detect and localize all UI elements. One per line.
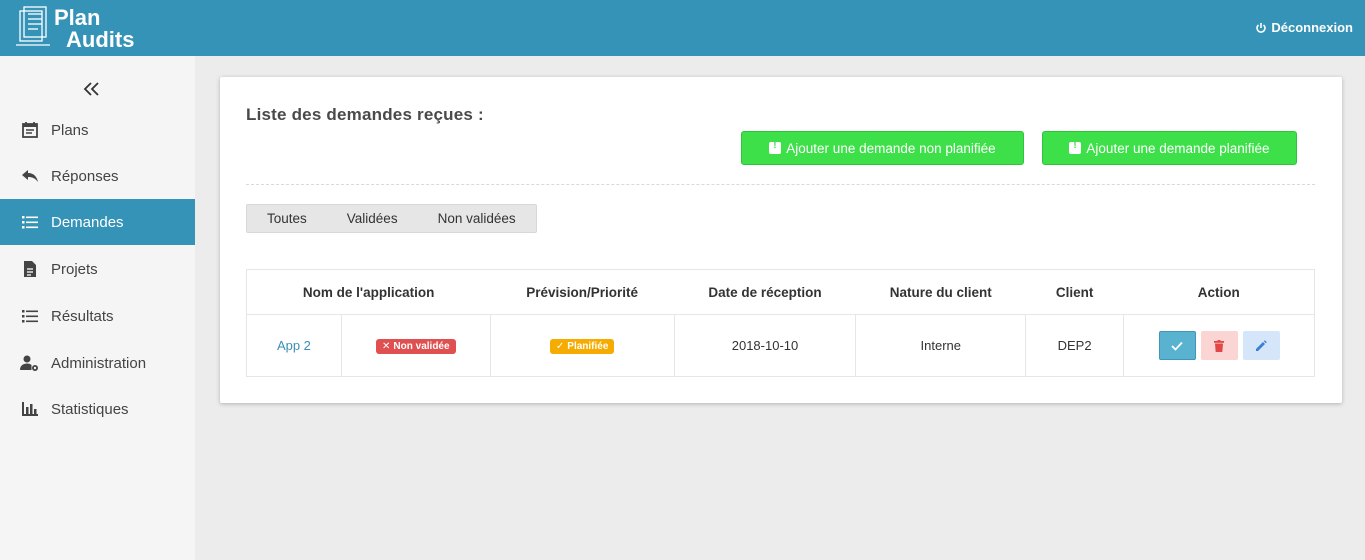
action-cell [1123,314,1315,377]
table-row: App 2 ✕ Non validée ✓ Planifiée 2018-10-… [246,314,1315,377]
nature-cell: Interne [855,314,1027,377]
page-title: Liste des demandes reçues : [246,105,484,124]
app-link[interactable]: App 2 [277,338,311,353]
sidebar-item-demandes[interactable]: Demandes [0,199,195,245]
add-planned-label: Ajouter une demande planifiée [1086,140,1270,156]
planning-badge-label: Planifiée [567,341,609,352]
power-icon [1256,22,1267,33]
sidebar-item-label: Demandes [51,213,124,231]
app-name-cell: App 2 [246,314,342,377]
column-header-date[interactable]: Date de réception [674,269,856,315]
sidebar-item-label: Projets [51,260,98,278]
bar-chart-icon [20,399,40,419]
add-unplanned-request-button[interactable]: Ajouter une demande non planifiée [741,131,1024,165]
planning-badge: ✓ Planifiée [549,339,615,354]
collapse-sidebar-icon[interactable] [82,80,102,98]
sidebar-item-label: Résultats [51,307,114,325]
sidebar-item-reponses[interactable]: Réponses [0,153,195,199]
close-icon: ✕ [382,341,391,352]
feedback-icon [1069,140,1082,154]
column-header-action: Action [1123,269,1315,315]
requests-table: Nom de l'application Prévision/Priorité … [246,269,1315,377]
sidebar-item-label: Statistiques [51,400,129,418]
add-unplanned-label: Ajouter une demande non planifiée [786,140,996,156]
sidebar-item-resultats[interactable]: Résultats [0,293,195,339]
reply-icon [20,166,40,186]
list-icon [20,306,40,326]
status-cell: ✕ Non validée [340,314,491,377]
check-icon [1171,341,1183,351]
sidebar-item-statistiques[interactable]: Statistiques [0,386,195,432]
sidebar-item-label: Réponses [51,167,119,185]
requests-card: Liste des demandes reçues : Ajouter une … [220,77,1342,403]
table-header-row: Nom de l'application Prévision/Priorité … [246,269,1315,315]
divider [246,184,1315,185]
delete-button[interactable] [1200,331,1238,360]
status-badge: ✕ Non validée [376,339,456,354]
sidebar-item-plans[interactable]: Plans [0,107,195,153]
planning-cell: ✓ Planifiée [489,314,675,377]
row-actions [1124,331,1314,360]
plan-audits-logo[interactable]: Plan Audits [16,3,134,53]
validate-button[interactable] [1158,331,1196,360]
sidebar-item-administration[interactable]: Administration [0,340,195,386]
column-header-client[interactable]: Client [1025,269,1124,315]
edit-button[interactable] [1242,331,1280,360]
sidebar-item-label: Plans [51,121,89,139]
filter-all[interactable]: Toutes [247,205,327,232]
date-cell: 2018-10-10 [673,314,857,377]
sidebar: Plans Réponses Demandes Projets Résultat… [0,56,195,560]
client-cell: DEP2 [1025,314,1125,377]
logout-button[interactable]: Déconnexion [1255,20,1353,35]
sidebar-item-projets[interactable]: Projets [0,246,195,292]
trash-icon [1214,339,1225,352]
filter-tabs: Toutes Validées Non validées [246,204,537,233]
filter-validated[interactable]: Validées [327,205,418,232]
document-icon [20,259,40,279]
check-icon: ✓ [555,341,565,352]
add-planned-request-button[interactable]: Ajouter une demande planifiée [1042,131,1297,165]
list-icon [20,212,40,232]
pencil-icon [1256,339,1267,351]
status-badge-label: Non validée [393,341,450,352]
top-bar: Plan Audits Déconnexion [0,0,1365,56]
logo-text-line2: Audits [66,27,134,52]
calendar-icon [20,120,40,140]
column-header-client-nature[interactable]: Nature du client [855,269,1026,315]
sidebar-item-label: Administration [51,354,147,372]
column-header-priority[interactable]: Prévision/Priorité [490,269,675,315]
column-header-application[interactable]: Nom de l'application [246,269,491,315]
filter-not-validated[interactable]: Non validées [418,205,536,232]
user-settings-icon [20,353,40,373]
logout-label: Déconnexion [1271,20,1353,35]
feedback-icon [769,140,782,154]
